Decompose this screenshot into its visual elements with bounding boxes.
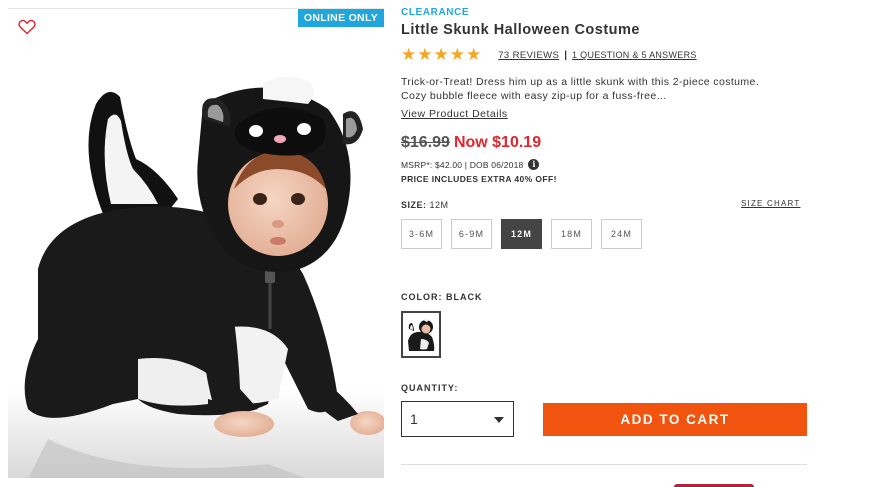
rating-row: ★★★★★ 73 REVIEWS | 1 QUESTION & 5 ANSWER…: [401, 46, 697, 64]
size-option-6-9m[interactable]: 6-9M: [451, 219, 492, 249]
size-option-12m[interactable]: 12M: [501, 219, 542, 249]
price-row: $16.99 Now $10.19: [401, 134, 541, 152]
size-option-3-6m[interactable]: 3-6M: [401, 219, 442, 249]
questions-answers-link[interactable]: 1 QUESTION & 5 ANSWERS: [572, 50, 697, 60]
heart-icon[interactable]: [18, 19, 36, 35]
color-label-title: COLOR:: [401, 292, 443, 302]
selected-size: 12M: [429, 200, 449, 210]
msrp-row: MSRP*: $42.00 | DOB 06/2018 i: [401, 159, 540, 170]
online-only-badge: ONLINE ONLY: [297, 9, 384, 27]
quantity-select[interactable]: 1: [401, 401, 514, 437]
size-label: SIZE: 12M: [401, 200, 449, 210]
original-price: $16.99: [401, 134, 450, 151]
size-option-24m[interactable]: 24M: [601, 219, 642, 249]
divider: [401, 464, 807, 465]
color-swatch-black[interactable]: [401, 311, 441, 358]
sale-price: Now $10.19: [453, 134, 542, 151]
swatch-thumbnail: [405, 315, 437, 354]
product-title: Little Skunk Halloween Costume: [401, 22, 640, 38]
product-photo[interactable]: [8, 9, 384, 478]
rating-separator: |: [564, 49, 568, 61]
size-chart-link[interactable]: SIZE CHART: [741, 199, 800, 208]
chevron-down-icon: [494, 417, 504, 423]
color-label: COLOR: BLACK: [401, 292, 483, 302]
size-options: 3-6M 6-9M 12M 18M 24M: [401, 219, 642, 249]
clearance-tag: CLEARANCE: [401, 7, 470, 18]
product-image-panel: ONLINE ONLY: [8, 8, 384, 478]
quantity-value: 1: [410, 411, 418, 427]
info-icon[interactable]: i: [528, 159, 540, 170]
view-product-details-link[interactable]: View Product Details: [401, 108, 508, 120]
size-label-title: SIZE:: [401, 200, 427, 210]
reviews-link[interactable]: 73 REVIEWS: [498, 50, 559, 61]
selected-color: BLACK: [446, 292, 483, 302]
msrp-text: MSRP*: $42.00 | DOB 06/2018: [401, 159, 524, 170]
product-description: Trick-or-Treat! Dress him up as a little…: [401, 76, 760, 102]
quantity-label: QUANTITY:: [401, 383, 459, 393]
add-to-cart-button[interactable]: ADD TO CART: [543, 403, 807, 436]
extra-discount-text: PRICE INCLUDES EXTRA 40% OFF!: [401, 174, 557, 184]
star-rating: ★★★★★: [401, 45, 483, 64]
size-option-18m[interactable]: 18M: [551, 219, 592, 249]
